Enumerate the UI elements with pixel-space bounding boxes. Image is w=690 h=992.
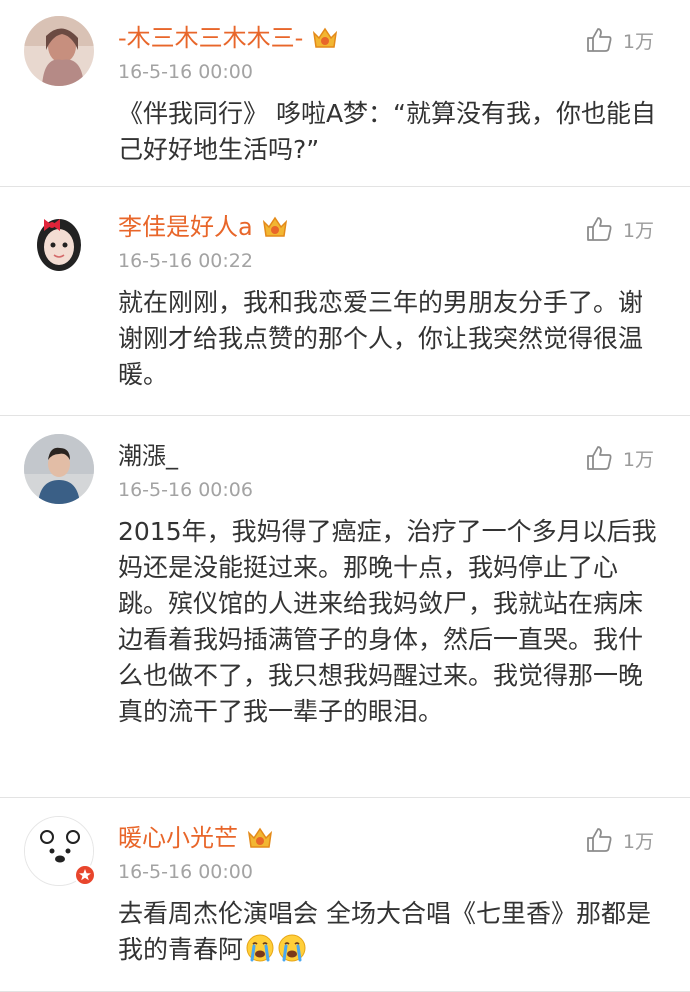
vip-crown-icon bbox=[313, 27, 338, 48]
timestamp: 16-5-16 00:22 bbox=[118, 250, 253, 272]
verified-badge-icon bbox=[74, 864, 96, 886]
username-row: 李佳是好人a bbox=[118, 209, 289, 245]
like-button[interactable]: 1万 bbox=[585, 826, 654, 854]
username[interactable]: 潮漲_ bbox=[118, 438, 178, 474]
comment-text: 《伴我同行》 哆啦A梦：“就算没有我，你也能自己好好地生活吗?” bbox=[118, 99, 657, 164]
thumbs-up-icon bbox=[587, 828, 612, 852]
username[interactable]: 李佳是好人a bbox=[118, 209, 253, 245]
comment-text: 就在刚刚，我和我恋爱三年的男朋友分手了。谢谢刚才给我点赞的那个人，你让我突然觉得… bbox=[118, 288, 644, 389]
avatar[interactable] bbox=[24, 16, 94, 86]
comment-item: 李佳是好人a 16-5-16 00:22 1万 就在刚刚，我和我恋爱三年的男朋友… bbox=[0, 187, 690, 416]
vip-crown-icon bbox=[262, 216, 287, 237]
like-button[interactable]: 1万 bbox=[585, 444, 654, 472]
avatar[interactable] bbox=[24, 434, 94, 504]
thumbs-up-icon bbox=[587, 446, 612, 470]
username-row: 暖心小光芒 bbox=[118, 820, 274, 856]
username[interactable]: -木三木三木木三- bbox=[118, 20, 303, 56]
timestamp: 16-5-16 00:00 bbox=[118, 861, 253, 883]
username-row: -木三木三木木三- bbox=[118, 20, 339, 56]
like-count: 1万 bbox=[622, 30, 654, 53]
comment-text-block: 去看周杰伦演唱会 全场大合唱《七里香》那都是我的青春阿 bbox=[118, 896, 663, 968]
comment-item: -木三木三木木三- 16-5-16 00:00 1万 《伴我同行》 哆啦A梦：“… bbox=[0, 0, 690, 187]
username[interactable]: 暖心小光芒 bbox=[118, 820, 238, 856]
like-count: 1万 bbox=[622, 219, 654, 242]
comment-text: 去看周杰伦演唱会 全场大合唱《七里香》那都是我的青春阿 bbox=[118, 899, 651, 964]
like-button[interactable]: 1万 bbox=[585, 215, 654, 243]
like-button[interactable]: 1万 bbox=[585, 26, 654, 54]
like-count: 1万 bbox=[622, 448, 654, 471]
crying-face-icon bbox=[278, 934, 306, 962]
vip-crown-icon bbox=[247, 827, 273, 848]
comment-item: 暖心小光芒 16-5-16 00:00 1万 去看周杰伦演唱会 全场大合唱《七里… bbox=[0, 798, 690, 992]
crying-face-icon bbox=[246, 934, 274, 962]
comment-text: 2015年，我妈得了癌症，治疗了一个多月以后我妈还是没能挺过来。那晚十点，我妈停… bbox=[118, 517, 657, 726]
like-count: 1万 bbox=[622, 830, 654, 853]
thumbs-up-icon bbox=[587, 28, 612, 52]
avatar[interactable] bbox=[24, 205, 94, 275]
timestamp: 16-5-16 00:00 bbox=[118, 61, 253, 83]
username-row: 潮漲_ bbox=[118, 438, 178, 474]
timestamp: 16-5-16 00:06 bbox=[118, 479, 253, 501]
comment-item: 潮漲_ 16-5-16 00:06 1万 2015年，我妈得了癌症，治疗了一个多… bbox=[0, 416, 690, 798]
thumbs-up-icon bbox=[587, 217, 612, 241]
